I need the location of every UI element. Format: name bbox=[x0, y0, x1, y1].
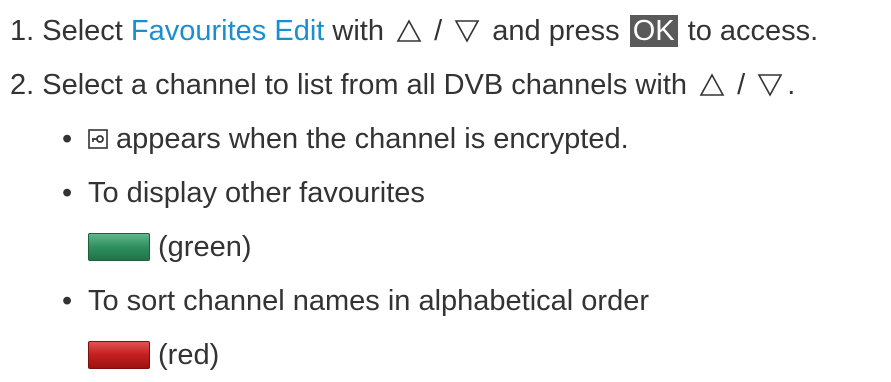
bullet-text: To sort channel names in alphabetical or… bbox=[88, 285, 649, 317]
favourites-edit-link[interactable]: Favourites Edit bbox=[131, 14, 324, 48]
step-2: 2. Select a channel to list from all DVB… bbox=[10, 68, 795, 102]
step-1: 1. Select Favourites Edit with / and pre… bbox=[10, 14, 818, 48]
bullet: • bbox=[62, 285, 73, 317]
bullet-other-favourites: • To display other favourites bbox=[62, 176, 425, 210]
red-key-label: (red) bbox=[158, 339, 220, 371]
bullet-sort: • To sort channel names in alphabetical … bbox=[62, 284, 649, 318]
ok-key: OK bbox=[629, 15, 678, 47]
green-key-icon bbox=[88, 233, 150, 261]
step-text: with bbox=[324, 15, 393, 47]
step-text: Select a channel to list from all DVB ch… bbox=[42, 69, 696, 101]
red-key-icon bbox=[88, 341, 150, 369]
lock-icon bbox=[88, 129, 108, 149]
step-text: and press bbox=[484, 15, 628, 47]
red-key-row: (red) bbox=[88, 338, 219, 372]
up-triangle-icon bbox=[396, 19, 422, 42]
down-triangle-icon bbox=[454, 20, 480, 43]
step-text: to access. bbox=[679, 15, 819, 47]
down-triangle-icon bbox=[757, 74, 783, 97]
bullet: • bbox=[62, 177, 73, 209]
step-number: 1. bbox=[10, 15, 35, 47]
step-text: Select bbox=[42, 15, 131, 47]
bullet: • bbox=[62, 123, 73, 155]
separator: / bbox=[426, 15, 451, 47]
step-text: . bbox=[787, 69, 796, 101]
bullet-text: appears when the channel is encrypted. bbox=[116, 123, 629, 155]
green-key-label: (green) bbox=[158, 231, 252, 263]
up-triangle-icon bbox=[699, 73, 725, 96]
bullet-encrypted: • appears when the channel is encrypted. bbox=[62, 122, 629, 156]
step-number: 2. bbox=[10, 69, 35, 101]
bullet-text: To display other favourites bbox=[88, 177, 425, 209]
separator: / bbox=[729, 69, 754, 101]
green-key-row: (green) bbox=[88, 230, 252, 264]
